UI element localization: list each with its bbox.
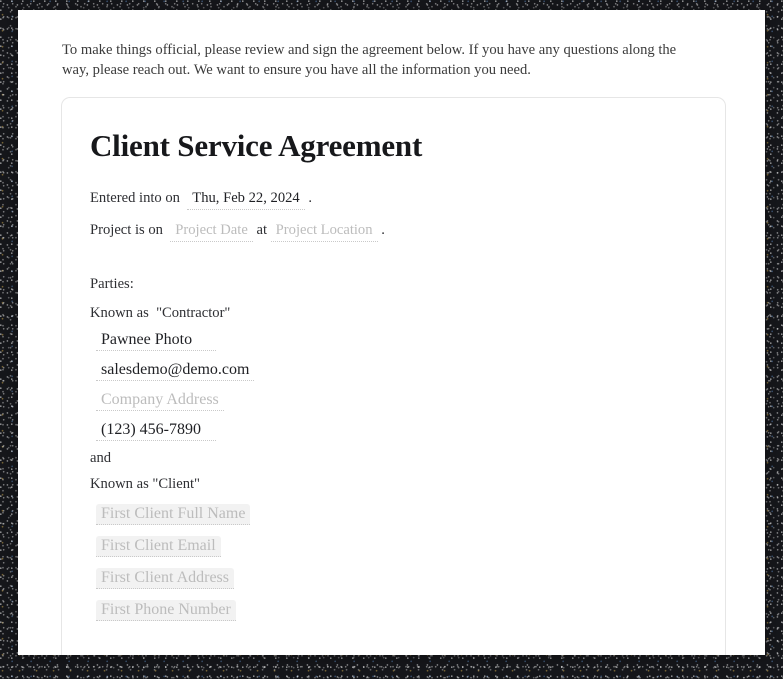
- project-at-label: at: [256, 222, 268, 238]
- contractor-fields: Pawnee Photo salesdemo@demo.com Company …: [90, 330, 255, 441]
- agreement-card-content: Client Service Agreement Entered into on…: [90, 98, 725, 621]
- entered-period: .: [308, 190, 313, 206]
- client-phone-field[interactable]: First Phone Number: [96, 600, 236, 621]
- document-page: To make things official, please review a…: [18, 10, 765, 655]
- project-date-field[interactable]: Project Date: [170, 221, 253, 242]
- client-known-as-label: Known as "Client": [90, 476, 201, 492]
- project-period: .: [381, 222, 385, 238]
- entered-date-field[interactable]: Thu, Feb 22, 2024: [187, 189, 305, 210]
- client-fields: First Client Full Name First Client Emai…: [90, 504, 254, 621]
- client-address-field[interactable]: First Client Address: [96, 568, 235, 589]
- window-backdrop: To make things official, please review a…: [0, 0, 783, 679]
- intro-paragraph: To make things official, please review a…: [62, 41, 677, 78]
- entered-into-label: Entered into on: [90, 190, 180, 206]
- client-email-field[interactable]: First Client Email: [96, 536, 221, 557]
- contractor-name-field[interactable]: Pawnee Photo: [96, 330, 216, 351]
- contractor-address-field[interactable]: Company Address: [96, 390, 224, 411]
- and-separator: and: [90, 450, 112, 466]
- project-location-field[interactable]: Project Location: [270, 221, 378, 242]
- page-title: Client Service Agreement: [90, 128, 423, 163]
- contractor-email-field[interactable]: salesdemo@demo.com: [96, 360, 255, 381]
- agreement-card: Client Service Agreement Entered into on…: [61, 97, 726, 655]
- contractor-phone-field[interactable]: (123) 456-7890: [96, 420, 216, 441]
- parties-heading: Parties:: [90, 276, 134, 292]
- client-name-field[interactable]: First Client Full Name: [96, 504, 251, 525]
- project-row: Project is on Project Date at Project Lo…: [90, 221, 385, 242]
- parties-section: Parties: Known as "Contractor" Pawnee Ph…: [90, 276, 255, 632]
- project-is-on-label: Project is on: [90, 222, 163, 238]
- entered-into-row: Entered into on Thu, Feb 22, 2024 .: [90, 189, 312, 210]
- contractor-known-as-label: Known as "Contractor": [90, 305, 231, 321]
